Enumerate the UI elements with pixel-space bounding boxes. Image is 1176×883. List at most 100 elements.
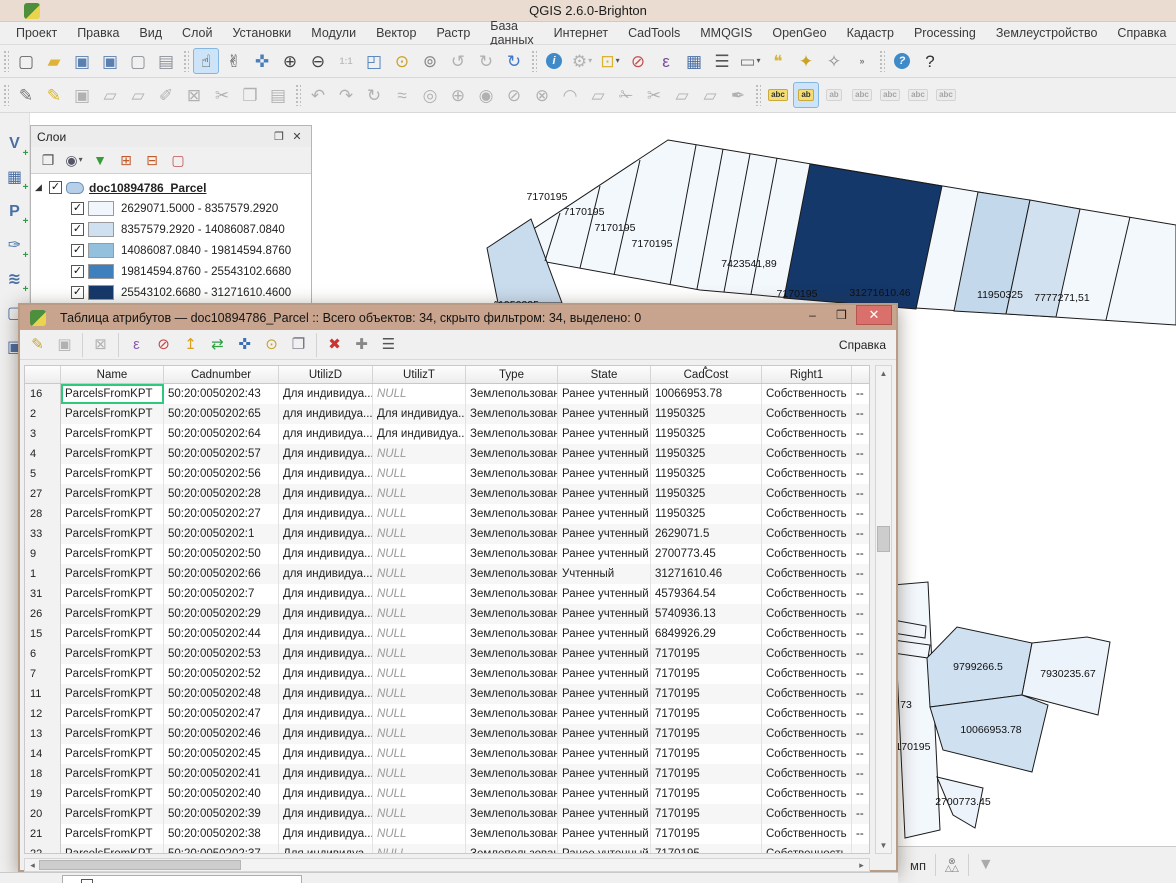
cell-ut[interactable]: Для индивидуа... — [373, 424, 466, 444]
highlight-pinned-labels-icon[interactable]: ab — [821, 82, 847, 108]
cell-r1[interactable]: Собственность — [762, 564, 852, 584]
toolbar-grip[interactable] — [3, 84, 9, 106]
reshape-features-icon[interactable]: ▱ — [585, 82, 611, 108]
cell-cost[interactable]: 2629071.5 — [651, 524, 762, 544]
row-number[interactable]: 33 — [25, 524, 61, 544]
deselect-features-icon[interactable]: ⊘ — [625, 48, 651, 74]
layer-visibility-icon[interactable]: ◉▾ — [62, 149, 86, 171]
cell-cost[interactable]: 11950325 — [651, 444, 762, 464]
row-number[interactable]: 4 — [25, 444, 61, 464]
expand-arrow-icon[interactable]: ◢ — [35, 182, 47, 193]
cell-r1[interactable]: Собственность — [762, 584, 852, 604]
cell-ty[interactable]: Землепользован... — [466, 704, 558, 724]
identify-icon[interactable]: i — [541, 48, 567, 74]
cell-r1[interactable]: Собственность — [762, 504, 852, 524]
cell-ud[interactable]: Для индивидуа... — [279, 664, 373, 684]
cell-x[interactable]: -- — [852, 464, 870, 484]
cell-cost[interactable]: 7170195 — [651, 704, 762, 724]
menu-item-16[interactable]: Землеустройство — [986, 23, 1108, 43]
add-ring-icon[interactable]: ◎ — [417, 82, 443, 108]
cell-ut[interactable]: NULL — [373, 624, 466, 644]
move-label-icon[interactable]: abc — [877, 82, 903, 108]
menu-item-5[interactable]: Установки — [222, 23, 301, 43]
row-number[interactable]: 21 — [25, 824, 61, 844]
toolbar-grip[interactable] — [879, 50, 885, 72]
zoom-to-selected-icon[interactable]: ⊙ — [259, 333, 284, 357]
cell-name[interactable]: ParcelsFromKPT — [61, 664, 164, 684]
cell-name[interactable]: ParcelsFromKPT — [61, 744, 164, 764]
zoom-native-icon[interactable]: 1:1 — [333, 48, 359, 74]
cell-ud[interactable]: Для индивидуа... — [279, 704, 373, 724]
column-header-Cadnumber[interactable]: Cadnumber — [164, 366, 279, 383]
cell-ut[interactable]: NULL — [373, 584, 466, 604]
cell-cost[interactable]: 7170195 — [651, 684, 762, 704]
cell-name[interactable]: ParcelsFromKPT — [61, 584, 164, 604]
cell-cad[interactable]: 50:20:0050202:37 — [164, 844, 279, 854]
invert-selection-icon[interactable]: ⇄ — [205, 333, 230, 357]
cell-cost[interactable]: 31271610.46 — [651, 564, 762, 584]
cell-cost[interactable]: 11950325 — [651, 464, 762, 484]
cell-ud[interactable]: Для индивидуа... — [279, 624, 373, 644]
cell-st[interactable]: Ранее учтенный — [558, 584, 651, 604]
toolbar-grip[interactable] — [295, 84, 301, 106]
cell-cost[interactable]: 5740936.13 — [651, 604, 762, 624]
cell-x[interactable]: -- — [852, 624, 870, 644]
label-icon[interactable]: abc — [765, 82, 791, 108]
cell-cad[interactable]: 50:20:0050202:39 — [164, 804, 279, 824]
cell-ud[interactable]: Для индивидуа... — [279, 784, 373, 804]
cell-r1[interactable]: Собственность — [762, 724, 852, 744]
run-feature-action-icon-dropdown[interactable]: ▾ — [588, 57, 592, 65]
statistics-icon[interactable]: ☰ — [709, 48, 735, 74]
cell-ut[interactable]: NULL — [373, 544, 466, 564]
cell-ut[interactable]: NULL — [373, 444, 466, 464]
cell-x[interactable]: -- — [852, 444, 870, 464]
cell-st[interactable]: Ранее учтенный — [558, 764, 651, 784]
cell-name[interactable]: ParcelsFromKPT — [61, 544, 164, 564]
new-bookmark-icon[interactable]: ✦ — [793, 48, 819, 74]
cell-name[interactable]: ParcelsFromKPT — [61, 804, 164, 824]
cell-cad[interactable]: 50:20:0050202:56 — [164, 464, 279, 484]
new-project-icon[interactable]: ▢ — [13, 48, 39, 74]
offset-curve-icon[interactable]: ◠ — [557, 82, 583, 108]
row-number[interactable]: 6 — [25, 644, 61, 664]
zoom-last-icon[interactable]: ↺ — [445, 48, 471, 74]
row-number[interactable]: 5 — [25, 464, 61, 484]
column-header-CadCost[interactable]: CadCost▲ — [651, 366, 762, 383]
cell-ud[interactable]: Для индивидуа... — [279, 744, 373, 764]
row-number[interactable]: 19 — [25, 784, 61, 804]
cell-name[interactable]: ParcelsFromKPT — [61, 604, 164, 624]
legend-class-row[interactable]: ✓25543102.6680 - 31271610.4600 — [35, 282, 311, 303]
menu-item-11[interactable]: CadTools — [618, 23, 690, 43]
cell-x[interactable]: -- — [852, 604, 870, 624]
row-number[interactable]: 9 — [25, 544, 61, 564]
cell-cost[interactable]: 7170195 — [651, 644, 762, 664]
cell-ty[interactable]: Землепользован... — [466, 844, 558, 854]
toggle-editing-icon[interactable]: ✎ — [41, 82, 67, 108]
cell-ty[interactable]: Землепользован... — [466, 664, 558, 684]
save-layer-edits-icon[interactable]: ▣ — [69, 82, 95, 108]
cell-name[interactable]: ParcelsFromKPT — [61, 424, 164, 444]
row-number[interactable]: 2 — [25, 404, 61, 424]
column-header-Name[interactable]: Name — [61, 366, 164, 383]
cell-st[interactable]: Ранее учтенный — [558, 604, 651, 624]
run-feature-action-icon[interactable]: ⚙▾ — [569, 48, 595, 74]
cell-ud[interactable]: Для индивидуа... — [279, 824, 373, 844]
cell-name[interactable]: ParcelsFromKPT — [61, 704, 164, 724]
delete-column-icon[interactable]: ✖ — [322, 333, 347, 357]
cell-ty[interactable]: Землепользован... — [466, 444, 558, 464]
cell-cad[interactable]: 50:20:0050202:57 — [164, 444, 279, 464]
cell-r1[interactable]: Собственность — [762, 384, 852, 404]
cell-st[interactable]: Ранее учтенный — [558, 504, 651, 524]
cell-ud[interactable]: Для индивидуа... — [279, 764, 373, 784]
cell-ty[interactable]: Землепользован... — [466, 764, 558, 784]
cell-name[interactable]: ParcelsFromKPT — [61, 404, 164, 424]
cell-r1[interactable]: Собственность — [762, 744, 852, 764]
cell-ut[interactable]: NULL — [373, 804, 466, 824]
cell-cost[interactable]: 2700773.45 — [651, 544, 762, 564]
change-label-icon[interactable]: abc — [933, 82, 959, 108]
cell-cad[interactable]: 50:20:0050202:7 — [164, 584, 279, 604]
map-tips-icon[interactable]: ❝ — [765, 48, 791, 74]
open-project-icon[interactable]: ▰ — [41, 48, 67, 74]
cell-cad[interactable]: 50:20:0050202:27 — [164, 504, 279, 524]
cell-r1[interactable]: Собственность — [762, 404, 852, 424]
